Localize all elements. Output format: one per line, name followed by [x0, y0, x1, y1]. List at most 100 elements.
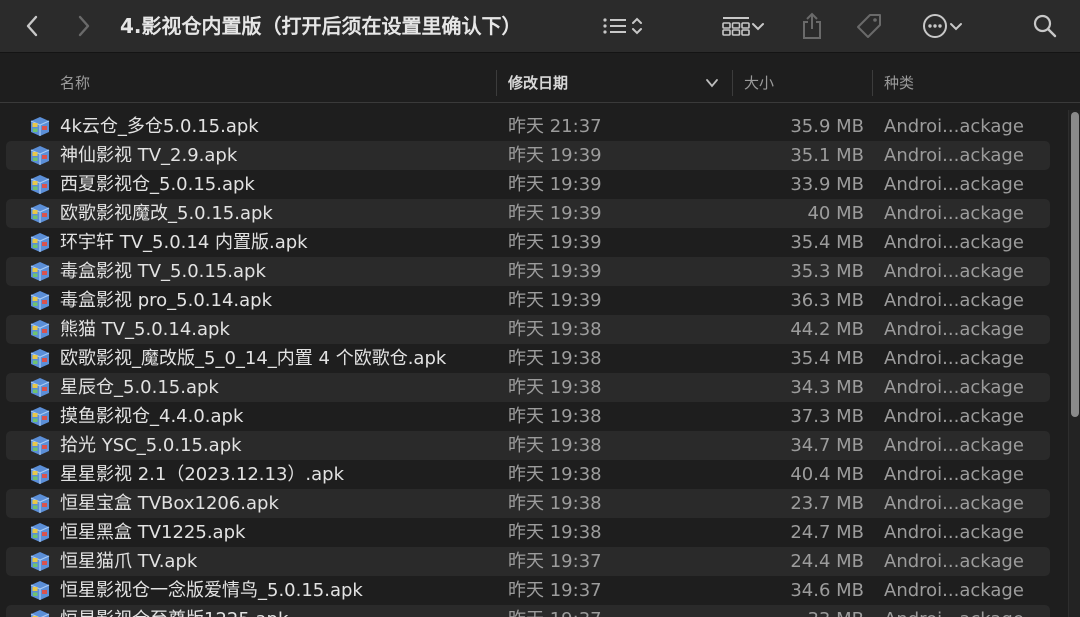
file-row[interactable]: 毒盒影视 TV_5.0.15.apk 昨天 19:39 35.3 MB Androi.… [6, 257, 1050, 286]
file-name: 环宇轩 TV_5.0.14 内置版.apk [60, 232, 308, 253]
file-row[interactable]: 恒星宝盒 TVBox1206.apk 昨天 19:38 23.7 MB Androi.… [6, 489, 1050, 518]
apk-file-icon [28, 260, 52, 282]
file-row[interactable]: 4k云仓_多仓5.0.15.apk 昨天 21:37 35.9 MB Androi..… [6, 112, 1050, 141]
file-list: 4k云仓_多仓5.0.15.apk 昨天 21:37 35.9 MB Androi..… [0, 112, 1080, 617]
apk-file-icon [28, 231, 52, 253]
file-name: 拾光 YSC_5.0.15.apk [60, 435, 242, 456]
scrollbar-thumb[interactable] [1071, 112, 1079, 417]
file-size: 40.4 MB [790, 464, 864, 485]
file-row[interactable]: 环宇轩 TV_5.0.14 内置版.apk 昨天 19:39 35.4 MB Andr… [6, 228, 1050, 257]
forward-button[interactable] [72, 12, 96, 40]
file-row[interactable]: 神仙影视 TV_2.9.apk 昨天 19:39 35.1 MB Androi...a… [6, 141, 1050, 170]
file-kind: Androi...ackage [884, 261, 1024, 282]
column-divider[interactable] [872, 70, 873, 96]
file-size: 37.3 MB [790, 406, 864, 427]
file-name: 欧歌影视_魔改版_5_0_14_内置 4 个欧歌仓.apk [60, 348, 447, 369]
apk-file-icon [28, 434, 52, 456]
sort-descending-icon [704, 74, 720, 92]
file-kind: Androi...ackage [884, 580, 1024, 601]
file-date: 昨天 19:37 [508, 605, 602, 617]
apk-file-icon [28, 289, 52, 311]
file-size: 33 MB [712, 605, 864, 617]
file-kind: Androi...ackage [884, 348, 1024, 369]
file-name: 西夏影视仓_5.0.15.apk [60, 174, 255, 195]
file-row[interactable]: 恒星猫爪 TV.apk 昨天 19:37 24.4 MB Androi...ackag… [6, 547, 1050, 576]
apk-file-icon [28, 376, 52, 398]
file-kind: Androi...ackage [884, 203, 1024, 224]
file-kind: Androi...ackage [884, 145, 1024, 166]
apk-file-icon [28, 463, 52, 485]
column-size-header[interactable]: 大小 [744, 64, 774, 102]
file-date: 昨天 19:38 [508, 522, 602, 543]
file-date: 昨天 19:38 [508, 493, 602, 514]
file-row[interactable]: 星辰仓_5.0.15.apk 昨天 19:38 34.3 MB Androi...ac… [6, 373, 1050, 402]
file-row[interactable]: 星星影视 2.1（2023.12.13）.apk 昨天 19:38 40.4 MB A… [6, 460, 1050, 489]
column-kind-header[interactable]: 种类 [884, 64, 914, 102]
back-button[interactable] [20, 12, 44, 40]
file-row[interactable]: 拾光 YSC_5.0.15.apk 昨天 19:38 34.7 MB Androi..… [6, 431, 1050, 460]
file-date: 昨天 19:39 [508, 261, 602, 282]
finder-toolbar: 4.影视仓内置版（打开后须在设置里确认下） [0, 0, 1080, 53]
file-kind: Androi...ackage [884, 605, 1024, 617]
file-row[interactable]: 摸鱼影视仓_4.4.0.apk 昨天 19:38 37.3 MB Androi...a… [6, 402, 1050, 431]
file-date: 昨天 19:38 [508, 464, 602, 485]
action-menu-button[interactable] [916, 12, 970, 40]
share-icon [803, 12, 821, 39]
file-date: 昨天 19:38 [508, 435, 602, 456]
file-kind: Androi...ackage [884, 493, 1024, 514]
vertical-scrollbar[interactable] [1068, 110, 1080, 617]
tag-icon [857, 14, 881, 38]
file-date: 昨天 19:39 [508, 232, 602, 253]
file-date: 昨天 19:38 [508, 406, 602, 427]
file-name: 欧歌影视魔改_5.0.15.apk [60, 203, 273, 224]
file-kind: Androi...ackage [884, 174, 1024, 195]
window-title: 4.影视仓内置版（打开后须在设置里确认下） [120, 14, 522, 38]
tag-button[interactable] [854, 11, 884, 41]
column-header: 名称 修改日期 大小 种类 [0, 64, 1080, 103]
apk-file-icon [28, 550, 52, 572]
apk-file-icon [28, 492, 52, 514]
file-size: 35.1 MB [790, 145, 864, 166]
column-name-header[interactable]: 名称 [60, 64, 90, 102]
file-name: 恒星影视仓一念版爱情鸟_5.0.15.apk [60, 580, 363, 601]
file-row[interactable]: 恒星黑盒 TV1225.apk 昨天 19:38 24.7 MB Androi...a… [6, 518, 1050, 547]
file-size: 24.7 MB [790, 522, 864, 543]
file-row[interactable]: 欧歌影视魔改_5.0.15.apk 昨天 19:39 40 MB Androi...a… [6, 199, 1050, 228]
search-button[interactable] [1030, 12, 1060, 40]
file-date: 昨天 19:38 [508, 319, 602, 340]
file-kind: Androi...ackage [884, 116, 1024, 137]
file-name: 神仙影视 TV_2.9.apk [60, 145, 238, 166]
apk-file-icon [28, 521, 52, 543]
group-button[interactable] [716, 12, 772, 40]
column-date-header[interactable]: 修改日期 [508, 64, 568, 102]
file-size: 36.3 MB [790, 290, 864, 311]
apk-file-icon [28, 115, 52, 137]
apk-file-icon [28, 347, 52, 369]
file-date: 昨天 19:39 [508, 174, 602, 195]
file-size: 24.4 MB [790, 551, 864, 572]
file-row[interactable]: 欧歌影视_魔改版_5_0_14_内置 4 个欧歌仓.apk 昨天 19:38 35.… [6, 344, 1050, 373]
file-row[interactable]: 西夏影视仓_5.0.15.apk 昨天 19:39 33.9 MB Androi...… [6, 170, 1050, 199]
file-size: 44.2 MB [790, 319, 864, 340]
file-kind: Androi...ackage [884, 551, 1024, 572]
view-options-button[interactable] [596, 12, 650, 40]
file-kind: Androi...ackage [884, 522, 1024, 543]
file-row[interactable]: 熊猫 TV_5.0.14.apk 昨天 19:38 44.2 MB Androi...… [6, 315, 1050, 344]
column-divider[interactable] [496, 70, 497, 96]
apk-file-icon [28, 202, 52, 224]
file-row[interactable]: 恒星影视仓一念版爱情鸟_5.0.15.apk 昨天 19:37 34.6 MB And… [6, 576, 1050, 605]
apk-file-icon [28, 405, 52, 427]
file-row[interactable]: 恒星影视仓至尊版1225.apk 昨天 19:37 33 MB Androi...ac… [6, 605, 1050, 617]
file-row[interactable]: 毒盒影视 pro_5.0.14.apk 昨天 19:39 36.3 MB Androi… [6, 286, 1050, 315]
file-size: 33.9 MB [790, 174, 864, 195]
file-size: 35.4 MB [790, 348, 864, 369]
file-size: 23.7 MB [790, 493, 864, 514]
apk-file-icon [28, 579, 52, 601]
share-button[interactable] [798, 10, 826, 42]
file-size: 35.3 MB [790, 261, 864, 282]
file-kind: Androi...ackage [884, 435, 1024, 456]
file-kind: Androi...ackage [884, 464, 1024, 485]
file-name: 恒星黑盒 TV1225.apk [60, 522, 246, 543]
file-name: 恒星猫爪 TV.apk [60, 551, 198, 572]
column-divider[interactable] [732, 70, 733, 96]
